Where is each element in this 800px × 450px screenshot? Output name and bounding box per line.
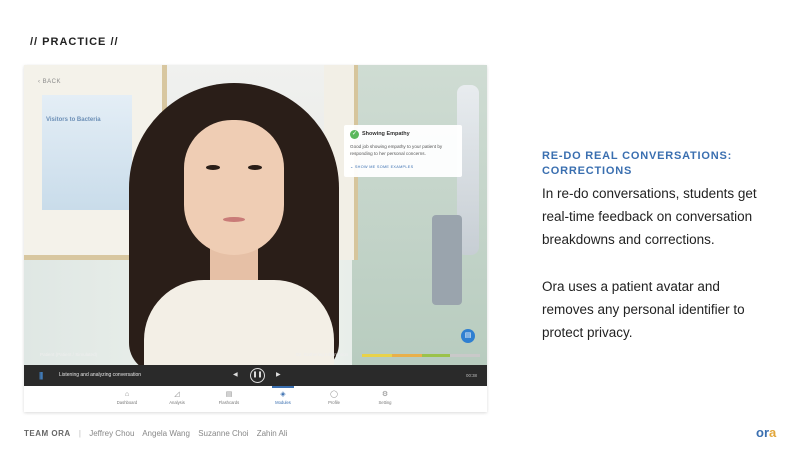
nav-label: Setting bbox=[378, 400, 392, 405]
modules-icon: ◈ bbox=[280, 391, 286, 398]
stage-label: 02. Gathering Information bbox=[296, 352, 349, 357]
nav-item-modules[interactable]: ◈ Modules bbox=[263, 390, 303, 405]
profile-icon: ◯ bbox=[330, 391, 338, 398]
description-paragraph-1: In re-do conversations, students get rea… bbox=[542, 186, 757, 247]
feedback-body: Good job showing empathy to your patient… bbox=[350, 144, 443, 156]
control-bar: ||| Listening and analyzing conversation… bbox=[24, 365, 487, 386]
feedback-title: Showing Empathy bbox=[362, 131, 410, 137]
chart-icon: ◿ bbox=[174, 391, 180, 398]
nav-label: Analysis bbox=[169, 400, 185, 405]
nav-active-indicator bbox=[272, 386, 294, 388]
flashcards-icon: ▤ bbox=[225, 391, 233, 398]
nav-item-profile[interactable]: ◯ Profile bbox=[314, 390, 354, 405]
nav-item-setting[interactable]: ⚙ Setting bbox=[365, 390, 405, 405]
bottom-nav: ⌂ Dashboard ◿ Analysis ▤ Flashcards ◈ Mo… bbox=[24, 386, 487, 412]
avatar-eye-left bbox=[206, 165, 220, 170]
gear-icon: ⚙ bbox=[381, 391, 389, 398]
ora-logo: ora bbox=[756, 425, 777, 440]
transcript-icon[interactable]: ▤ bbox=[461, 329, 475, 343]
previous-icon[interactable]: ◀ bbox=[233, 371, 238, 378]
team-name: TEAM ORA bbox=[24, 429, 71, 438]
nav-label: Modules bbox=[275, 400, 291, 405]
description-paragraph-2: Ora uses a patient avatar and removes an… bbox=[542, 279, 745, 340]
progress-segment bbox=[422, 354, 450, 357]
nav-item-flashcards[interactable]: ▤ Flashcards bbox=[209, 390, 249, 405]
footer: TEAM ORA | Jeffrey Chou Angela Wang Suza… bbox=[24, 429, 293, 438]
medical-equipment-base bbox=[432, 215, 462, 305]
team-member: Jeffrey Chou bbox=[89, 429, 135, 438]
section-label: // PRACTICE // bbox=[30, 36, 119, 48]
nav-item-analysis[interactable]: ◿ Analysis bbox=[157, 390, 197, 405]
progress-segment bbox=[392, 354, 422, 357]
footer-separator: | bbox=[78, 429, 81, 438]
team-member: Suzanne Choi bbox=[198, 429, 249, 438]
next-icon[interactable]: ▶ bbox=[276, 371, 281, 378]
team-member: Angela Wang bbox=[142, 429, 190, 438]
poster-text: Visitors to Bacteria bbox=[46, 117, 101, 123]
status-text: Listening and analyzing conversation bbox=[59, 372, 141, 378]
nav-label: Flashcards bbox=[218, 400, 240, 405]
pause-button[interactable]: ❚❚ bbox=[250, 368, 265, 383]
progress-segment bbox=[450, 354, 480, 357]
feedback-card: ✓ Showing Empathy Good job showing empat… bbox=[344, 125, 462, 177]
poster bbox=[42, 95, 132, 210]
progress-segment bbox=[362, 354, 392, 357]
nav-label: Dashboard bbox=[116, 400, 138, 405]
back-button[interactable]: ‹ BACK bbox=[38, 79, 61, 85]
show-examples-link[interactable]: ⌄ SHOW ME SOME EXAMPLES bbox=[350, 164, 413, 169]
avatar-mouth bbox=[223, 217, 245, 222]
time-display: 00:38 bbox=[466, 373, 477, 378]
nav-item-dashboard[interactable]: ⌂ Dashboard bbox=[107, 390, 147, 405]
app-window: Visitors to Bacteria ‹ BACK ✓ Showing Em… bbox=[24, 65, 487, 412]
avatar-face bbox=[184, 120, 284, 255]
audio-wave-icon: ||| bbox=[39, 371, 43, 380]
patient-label: Patient (Patient / Simulated) bbox=[40, 352, 98, 357]
home-icon: ⌂ bbox=[124, 391, 130, 398]
team-member: Zahin Ali bbox=[256, 429, 288, 438]
video-area: Visitors to Bacteria ‹ BACK ✓ Showing Em… bbox=[24, 65, 487, 365]
nav-label: Profile bbox=[328, 400, 340, 405]
check-circle-icon: ✓ bbox=[350, 130, 359, 139]
avatar-eye-right bbox=[248, 165, 262, 170]
pause-icon: ❚❚ bbox=[252, 372, 263, 378]
stage-progress bbox=[362, 354, 480, 357]
section-heading: RE-DO REAL CONVERSATIONS: CORRECTIONS bbox=[542, 150, 733, 177]
